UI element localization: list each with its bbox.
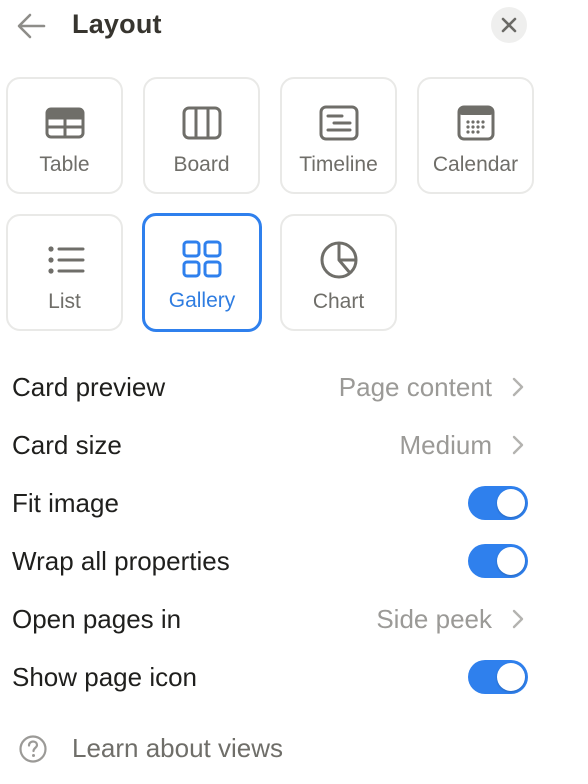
- card-preview-row[interactable]: Card preview Page content: [12, 366, 530, 406]
- show-page-icon-toggle[interactable]: [468, 660, 528, 694]
- layout-option-label: Timeline: [299, 153, 378, 176]
- gallery-icon: [182, 240, 222, 278]
- layout-option-label: Calendar: [432, 153, 519, 176]
- learn-about-views-link[interactable]: Learn about views: [16, 730, 336, 768]
- card-size-label: Card size: [12, 430, 122, 460]
- fit-image-toggle[interactable]: [468, 486, 528, 520]
- layout-option-label: Chart: [312, 290, 365, 313]
- page-title: Layout: [72, 9, 162, 39]
- layout-option-calendar[interactable]: Calendar: [417, 77, 534, 194]
- layout-panel: Layout Table Board Timeline Calendar Lis…: [0, 0, 588, 784]
- calendar-icon: [457, 105, 494, 141]
- open-pages-in-value: Side peek: [376, 604, 492, 634]
- wrap-all-properties-toggle[interactable]: [468, 544, 528, 578]
- toggle-knob: [497, 489, 525, 517]
- wrap-all-properties-label: Wrap all properties: [12, 546, 230, 576]
- chart-icon: [320, 241, 357, 279]
- layout-option-table[interactable]: Table: [6, 77, 123, 194]
- layout-option-gallery[interactable]: Gallery: [142, 213, 262, 332]
- timeline-icon: [319, 105, 358, 141]
- show-page-icon-row: Show page icon: [12, 656, 530, 696]
- card-size-row[interactable]: Card size Medium: [12, 424, 530, 464]
- layout-option-list[interactable]: List: [6, 214, 123, 331]
- toggle-knob: [497, 663, 525, 691]
- show-page-icon-label: Show page icon: [12, 662, 198, 692]
- fit-image-row: Fit image: [12, 482, 530, 522]
- layout-option-label: Table: [39, 153, 90, 176]
- toggle-knob: [497, 547, 525, 575]
- open-pages-in-label: Open pages in: [12, 604, 182, 634]
- fit-image-label: Fit image: [12, 488, 119, 518]
- learn-about-views-label: Learn about views: [72, 733, 284, 763]
- layout-option-timeline[interactable]: Timeline: [280, 77, 397, 194]
- card-size-value: Medium: [399, 430, 492, 460]
- board-icon: [182, 106, 221, 140]
- close-button[interactable]: [491, 7, 527, 43]
- chevron-right-icon: [512, 377, 524, 397]
- layout-option-label: List: [48, 290, 81, 313]
- table-icon: [45, 107, 84, 139]
- wrap-all-properties-row: Wrap all properties: [12, 540, 530, 580]
- list-icon: [47, 246, 84, 274]
- card-preview-value: Page content: [338, 372, 492, 402]
- chevron-right-icon: [512, 435, 524, 455]
- help-circle-icon: [19, 735, 47, 763]
- chevron-right-icon: [512, 609, 524, 629]
- layout-option-label: Board: [173, 153, 230, 176]
- close-icon: [501, 17, 517, 33]
- layout-option-board[interactable]: Board: [143, 77, 260, 194]
- back-arrow-icon[interactable]: [14, 10, 50, 42]
- layout-option-label: Gallery: [168, 289, 236, 312]
- layout-option-chart[interactable]: Chart: [280, 214, 397, 331]
- card-preview-label: Card preview: [12, 372, 166, 402]
- open-pages-in-row[interactable]: Open pages in Side peek: [12, 598, 530, 638]
